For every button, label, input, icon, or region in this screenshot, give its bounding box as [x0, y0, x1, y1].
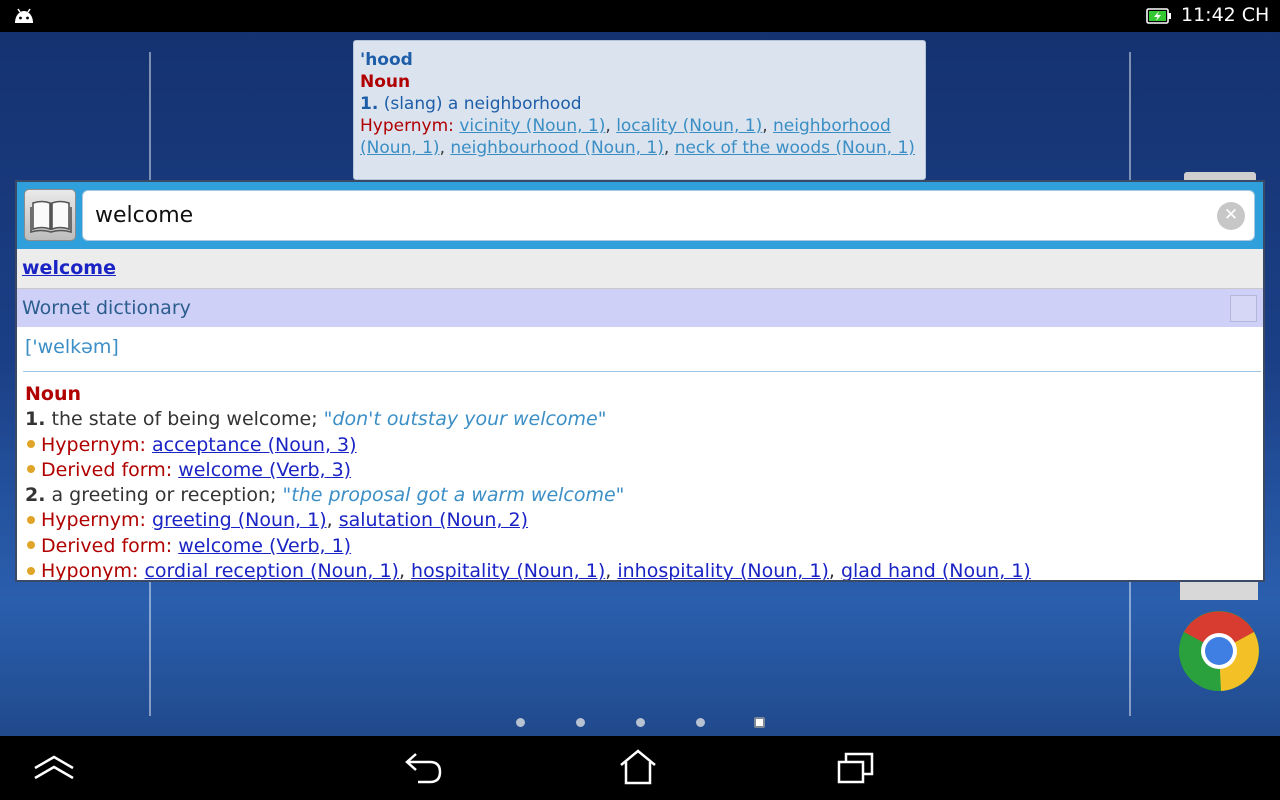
- sense: 2. a greeting or reception; "the proposa…: [25, 483, 1255, 508]
- sense-number: 2.: [25, 484, 46, 507]
- status-bar: 11:42 CH: [0, 0, 1280, 32]
- result-word-link[interactable]: welcome: [22, 257, 116, 279]
- pronunciation: ['welkəm]: [25, 336, 119, 358]
- background-link[interactable]: vicinity (Noun, 1): [459, 116, 605, 136]
- bullet-icon: [27, 440, 35, 449]
- dictionary-book-button[interactable]: [24, 189, 76, 241]
- page-dot-active[interactable]: [754, 717, 765, 728]
- nav-back-icon[interactable]: [402, 750, 446, 786]
- relation-link[interactable]: salutation (Noun, 2): [339, 509, 528, 531]
- bullet-icon: [27, 541, 35, 550]
- relation-row: Hyponym: cordial reception (Noun, 1), ho…: [25, 559, 1255, 582]
- background-link[interactable]: locality (Noun, 1): [616, 116, 762, 136]
- relation-label: Hypernym:: [41, 433, 146, 456]
- sense-example: "don't outstay your welcome": [323, 408, 607, 431]
- content-divider: [23, 371, 1261, 372]
- background-link[interactable]: neck of the woods (Noun, 1): [675, 138, 915, 158]
- nav-recent-icon[interactable]: [836, 750, 876, 786]
- android-icon: [15, 8, 33, 23]
- sense-definition: a greeting or reception;: [51, 484, 277, 507]
- relation-label: Hyponym:: [41, 560, 139, 582]
- background-sense-num: 1.: [360, 94, 379, 114]
- page-dot[interactable]: [516, 718, 525, 727]
- relation-link[interactable]: greeting (Noun, 1): [152, 509, 327, 531]
- relation-row: Hypernym: acceptance (Noun, 3): [25, 433, 1255, 458]
- dictionary-popup: ✕ welcome Wornet dictionary ['welkəm] No…: [15, 180, 1265, 582]
- page-dot[interactable]: [696, 718, 705, 727]
- chrome-icon[interactable]: [1178, 610, 1260, 692]
- background-sense: 1. (slang) a neighborhood: [360, 93, 919, 115]
- sense-number: 1.: [25, 408, 46, 431]
- search-input[interactable]: [82, 190, 1255, 241]
- relation-row: Derived form: welcome (Verb, 3): [25, 458, 1255, 483]
- page-dot[interactable]: [636, 718, 645, 727]
- relation-link[interactable]: acceptance (Noun, 3): [152, 434, 357, 456]
- dictionary-name: Wornet dictionary: [22, 297, 191, 319]
- clear-search-button[interactable]: ✕: [1217, 202, 1245, 230]
- sense: 1. the state of being welcome; "don't ou…: [25, 407, 1255, 432]
- background-sense-def: (slang) a neighborhood: [383, 94, 582, 114]
- clear-icon: ✕: [1223, 205, 1239, 225]
- definition-lines: Noun 1. the state of being welcome; "don…: [25, 382, 1255, 582]
- background-hypernym-label: Hypernym:: [360, 116, 454, 136]
- battery-charging-icon: [1146, 8, 1171, 24]
- navigation-bar: [0, 736, 1280, 800]
- relation-label: Derived form:: [41, 458, 173, 481]
- relation-label: Derived form:: [41, 534, 173, 557]
- page-dot[interactable]: [576, 718, 585, 727]
- widget-edge-bottom: [1180, 580, 1258, 600]
- background-pos: Noun: [360, 72, 411, 92]
- nav-home-icon[interactable]: [618, 748, 658, 786]
- search-bar: ✕: [17, 182, 1263, 249]
- dictionary-section-header[interactable]: Wornet dictionary: [17, 289, 1263, 327]
- sense-example: "the proposal got a warm welcome": [282, 484, 625, 507]
- background-headword: 'hood: [360, 50, 413, 70]
- book-icon: [30, 200, 72, 234]
- background-hypernym: Hypernym: vicinity (Noun, 1), locality (…: [360, 116, 915, 158]
- relation-row: Derived form: welcome (Verb, 1): [25, 534, 1255, 559]
- background-link[interactable]: neighborhood: [773, 116, 891, 136]
- relation-link[interactable]: welcome (Verb, 3): [178, 459, 351, 481]
- bullet-icon: [27, 566, 35, 575]
- relation-link[interactable]: welcome (Verb, 1): [178, 535, 351, 557]
- relation-row: Hypernym: greeting (Noun, 1), salutation…: [25, 508, 1255, 533]
- bullet-icon: [27, 515, 35, 524]
- relation-link[interactable]: hospitality (Noun, 1): [411, 560, 605, 580]
- definition-content: ['welkəm] Noun 1. the state of being wel…: [17, 327, 1263, 582]
- relation-link[interactable]: inhospitality (Noun, 1): [617, 560, 829, 580]
- dictionary-checkbox[interactable]: [1230, 295, 1257, 322]
- widget-edge: [1184, 172, 1256, 180]
- bullet-icon: [27, 465, 35, 474]
- relation-link[interactable]: cordial reception (Noun, 1): [144, 560, 398, 580]
- status-clock: 11:42 CH: [1181, 4, 1270, 26]
- background-dictionary-card: 'hood Noun 1. (slang) a neighborhood Hyp…: [353, 40, 926, 180]
- part-of-speech: Noun: [25, 383, 82, 405]
- home-page-indicator: [510, 716, 770, 730]
- relation-link[interactable]: glad hand (Noun, 1): [841, 560, 1031, 580]
- relation-label: Hypernym:: [41, 509, 146, 532]
- nav-up-icon[interactable]: [32, 754, 76, 782]
- result-word-row[interactable]: welcome: [17, 249, 1263, 289]
- background-link[interactable]: (Noun, 1): [360, 138, 440, 158]
- background-link[interactable]: neighbourhood (Noun, 1): [450, 138, 664, 158]
- sense-definition: the state of being welcome;: [51, 408, 318, 431]
